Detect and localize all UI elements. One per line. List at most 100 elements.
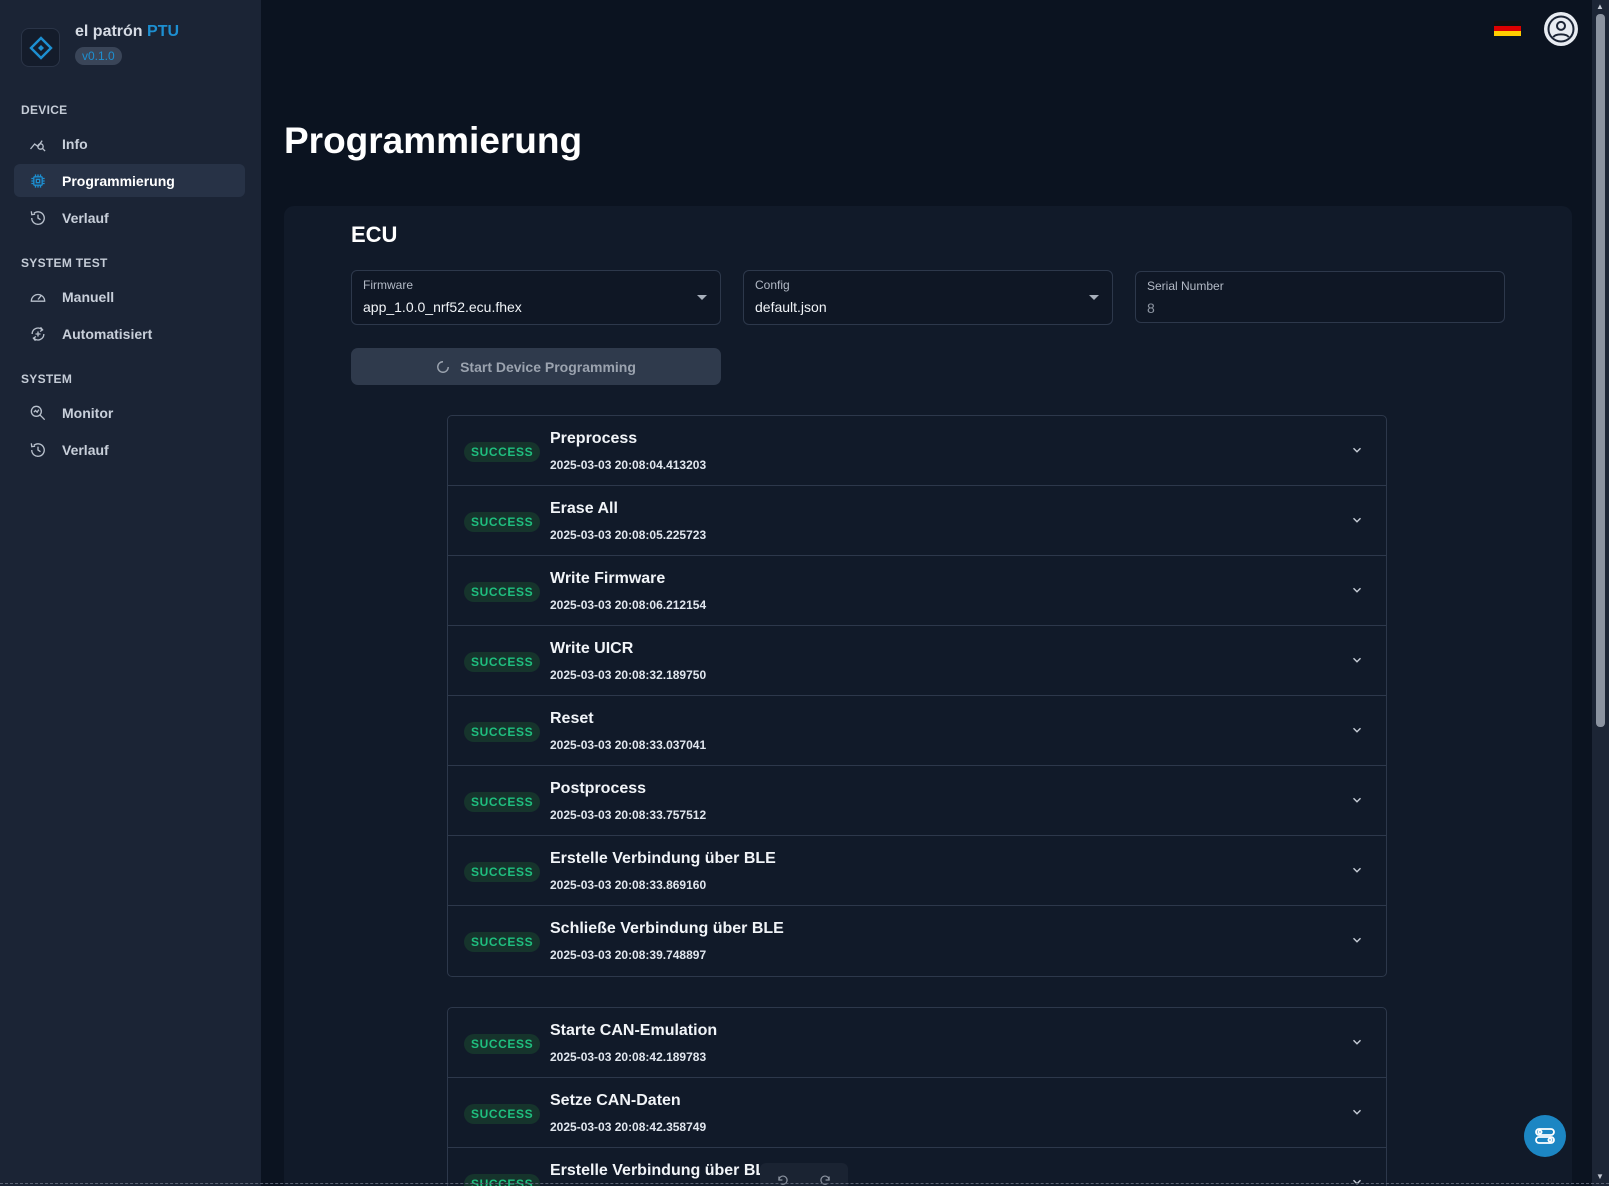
sidebar-item-automatisiert[interactable]: Automatisiert (14, 317, 245, 350)
ecu-title: ECU (351, 222, 398, 247)
chevron-down-icon[interactable] (1350, 933, 1364, 947)
start-device-programming-label: Start Device Programming (460, 358, 636, 375)
chevron-down-icon[interactable] (1350, 443, 1364, 457)
brand-logo-icon (21, 28, 60, 67)
scroll-thumb[interactable] (1596, 14, 1605, 727)
brand-accent: PTU (147, 23, 180, 40)
step-timestamp: 2025-03-03 20:08:32.189750 (550, 668, 707, 682)
chevron-down-icon[interactable] (1350, 513, 1364, 527)
status-badge: SUCCESS (464, 1034, 541, 1054)
chevron-down-icon[interactable] (1350, 723, 1364, 737)
zoom-monitor-icon (30, 405, 46, 420)
section-title-device: DEVICE (21, 103, 68, 117)
sidebar-item-manuell[interactable]: Manuell (14, 280, 245, 313)
serial-number-value: 8 (1147, 300, 1155, 316)
step-item-preprocess[interactable]: SUCCESS Preprocess 2025-03-03 20:08:04.4… (448, 416, 1386, 486)
status-badge: SUCCESS (464, 862, 541, 882)
step-item-postprocess[interactable]: SUCCESS Postprocess 2025-03-03 20:08:33.… (448, 766, 1386, 836)
undo-icon[interactable] (776, 1173, 790, 1186)
sidebar-item-programmierung[interactable]: Programmierung (14, 164, 245, 197)
sidebar-item-verlauf-system[interactable]: Verlauf (14, 433, 245, 466)
step-name: Erstelle Verbindung über BLE (550, 1162, 776, 1179)
step-list-flashing: SUCCESS Preprocess 2025-03-03 20:08:04.4… (447, 415, 1387, 977)
serial-number-label: Serial Number (1147, 279, 1224, 293)
section-title-system-test: SYSTEM TEST (21, 256, 108, 270)
status-badge: SUCCESS (464, 932, 541, 952)
firmware-value: app_1.0.0_nrf52.ecu.fhex (363, 299, 522, 315)
chip-icon (31, 173, 45, 188)
chevron-down-icon[interactable] (1350, 653, 1364, 667)
gauge-icon (30, 293, 46, 302)
chevron-down-icon[interactable] (1350, 1105, 1364, 1119)
step-item-ble-disconnect[interactable]: SUCCESS Schließe Verbindung über BLE 202… (448, 906, 1386, 976)
sidebar-item-label: Verlauf (62, 441, 109, 458)
account-icon[interactable] (1544, 12, 1578, 46)
step-timestamp: 2025-03-03 20:08:42.189783 (550, 1050, 707, 1064)
sidebar-item-monitor[interactable]: Monitor (14, 396, 245, 429)
step-item-ble-connect[interactable]: SUCCESS Erstelle Verbindung über BLE 202… (448, 836, 1386, 906)
chevron-down-icon[interactable] (1350, 793, 1364, 807)
version-badge: v0.1.0 (75, 47, 122, 65)
brand[interactable]: el patrón PTU v0.1.0 (21, 23, 179, 67)
settings-fab-button[interactable] (1524, 1115, 1566, 1157)
step-name: Schließe Verbindung über BLE (550, 920, 784, 937)
page-scrollbar[interactable]: ▲ ▼ (1592, 0, 1609, 1186)
step-timestamp: 2025-03-03 20:08:42.358749 (550, 1120, 707, 1134)
spinner-icon (437, 360, 450, 373)
step-name: Starte CAN-Emulation (550, 1022, 718, 1039)
chevron-down-icon[interactable] (1350, 583, 1364, 597)
scroll-down-icon[interactable]: ▼ (1596, 1172, 1604, 1181)
caret-down-icon (1089, 295, 1099, 300)
step-item-set-can-data[interactable]: SUCCESS Setze CAN-Daten 2025-03-03 20:08… (448, 1078, 1386, 1148)
step-name: Preprocess (550, 430, 638, 447)
step-item-erase-all[interactable]: SUCCESS Erase All 2025-03-03 20:08:05.22… (448, 486, 1386, 556)
redo-icon[interactable] (818, 1173, 832, 1186)
sidebar-item-info[interactable]: Info (14, 127, 245, 160)
sidebar-item-label: Manuell (62, 288, 115, 305)
step-timestamp: 2025-03-03 20:08:33.869160 (550, 878, 707, 892)
step-name: Write Firmware (550, 570, 666, 587)
step-list-system-test: SUCCESS Starte CAN-Emulation 2025-03-03 … (447, 1007, 1387, 1186)
history-icon (30, 442, 45, 457)
caret-down-icon (697, 295, 707, 300)
start-device-programming-button[interactable]: Start Device Programming (351, 348, 721, 385)
config-select[interactable]: Config default.json (743, 270, 1113, 325)
step-timestamp: 2025-03-03 20:08:33.037041 (550, 738, 707, 752)
status-badge: SUCCESS (464, 652, 541, 672)
viewport-edge-divider (0, 1183, 1609, 1184)
sidebar-item-label: Programmierung (62, 172, 175, 189)
serial-number-field[interactable]: Serial Number 8 (1135, 271, 1505, 323)
chart-search-icon (29, 139, 46, 152)
sidebar-item-label: Verlauf (62, 209, 109, 226)
sidebar-item-label: Automatisiert (62, 325, 153, 342)
step-timestamp: 2025-03-03 20:08:06.212154 (550, 598, 707, 612)
step-timestamp: 2025-03-03 20:08:04.413203 (550, 458, 707, 472)
step-name: Erstelle Verbindung über BLE (550, 850, 776, 867)
toggles-icon (1535, 1128, 1555, 1144)
firmware-select[interactable]: Firmware app_1.0.0_nrf52.ecu.fhex (351, 270, 721, 325)
step-item-reset[interactable]: SUCCESS Reset 2025-03-03 20:08:33.037041 (448, 696, 1386, 766)
config-value: default.json (755, 299, 827, 315)
step-timestamp: 2025-03-03 20:08:39.748897 (550, 948, 707, 962)
step-item-ble-connect-2[interactable]: SUCCESS Erstelle Verbindung über BLE (448, 1148, 1386, 1186)
step-item-can-emulation[interactable]: SUCCESS Starte CAN-Emulation 2025-03-03 … (448, 1008, 1386, 1078)
step-name: Reset (550, 710, 594, 727)
page-title: Programmierung (284, 120, 583, 161)
chevron-down-icon[interactable] (1350, 1175, 1364, 1186)
auto-refresh-icon (31, 326, 45, 341)
chevron-down-icon[interactable] (1350, 863, 1364, 877)
status-badge: SUCCESS (464, 1174, 541, 1186)
step-item-write-firmware[interactable]: SUCCESS Write Firmware 2025-03-03 20:08:… (448, 556, 1386, 626)
chevron-down-icon[interactable] (1350, 1035, 1364, 1049)
step-item-write-uicr[interactable]: SUCCESS Write UICR 2025-03-03 20:08:32.1… (448, 626, 1386, 696)
step-name: Write UICR (550, 640, 634, 657)
step-name: Setze CAN-Daten (550, 1092, 681, 1109)
status-badge: SUCCESS (464, 582, 541, 602)
section-title-system: SYSTEM (21, 372, 73, 386)
german-flag-icon[interactable] (1494, 21, 1521, 36)
step-timestamp: 2025-03-03 20:08:05.225723 (550, 528, 707, 542)
sidebar-item-verlauf[interactable]: Verlauf (14, 201, 245, 234)
status-badge: SUCCESS (464, 722, 541, 742)
scroll-up-icon[interactable]: ▲ (1596, 2, 1604, 11)
status-badge: SUCCESS (464, 1104, 541, 1124)
